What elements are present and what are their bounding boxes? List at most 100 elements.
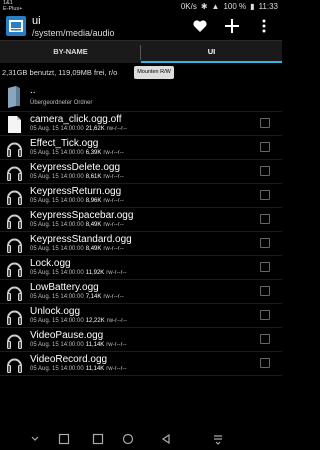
file-name: LowBattery.ogg (30, 282, 99, 293)
signal-icon: ▲ (211, 2, 220, 11)
tab-ui-label: UI (207, 47, 216, 56)
file-date: 05 Aug. 15 14:00:00 (30, 174, 84, 180)
file-permissions: rw-r--r-- (106, 318, 128, 324)
file-date: 05 Aug. 15 14:00:00 (30, 198, 84, 204)
storage-info-bar: 2,31GB benutzt, 119,09MB frei, r/o Mount… (0, 63, 282, 83)
file-meta: 05 Aug. 15 14:00:00 11,14K rw-r--r-- (30, 366, 127, 372)
select-checkbox[interactable] (260, 286, 270, 296)
select-checkbox[interactable] (260, 334, 270, 344)
headphones-icon (6, 259, 23, 278)
headphones-icon (6, 139, 23, 158)
file-date: 05 Aug. 15 14:00:00 (30, 270, 84, 276)
file-date: 05 Aug. 15 14:00:00 (30, 294, 84, 300)
file-row[interactable]: KeypressDelete.ogg 05 Aug. 15 14:00:00 8,6… (0, 160, 282, 184)
file-row[interactable]: Effect_Tick.ogg 05 Aug. 15 14:00:00 6,39K r… (0, 136, 282, 160)
headphones-icon (6, 163, 23, 182)
parent-folder-row[interactable]: .. Übergeordneter Ordner (0, 83, 282, 112)
battery-icon: ▮ (250, 2, 255, 11)
carrier-line2: E-Plus+ (3, 6, 23, 12)
headphones-icon (6, 355, 23, 374)
file-date: 05 Aug. 15 14:00:00 (30, 222, 84, 228)
folder-path: /system/media/audio (32, 28, 115, 38)
file-row[interactable]: KeypressStandard.ogg 05 Aug. 15 14:00:00 8… (0, 232, 282, 256)
select-checkbox[interactable] (260, 214, 270, 224)
file-meta: 05 Aug. 15 14:00:00 11,92K rw-r--r-- (30, 270, 127, 276)
notification-shade-icon[interactable] (212, 432, 224, 450)
file-size: 6,39K (85, 150, 102, 156)
file-permissions: rw-r--r-- (106, 270, 127, 276)
file-meta: 05 Aug. 15 14:00:00 6,39K rw-r--r-- (30, 150, 124, 156)
home-icon[interactable] (122, 432, 134, 450)
file-row[interactable]: Unlock.ogg 05 Aug. 15 14:00:00 12,22K rw-r-… (0, 304, 282, 328)
headphones-icon (6, 211, 23, 230)
select-checkbox[interactable] (260, 358, 270, 368)
chevron-down-icon[interactable] (30, 432, 40, 450)
back-icon[interactable] (160, 432, 172, 450)
file-meta: 05 Aug. 15 14:00:00 8,61K rw-r--r-- (30, 174, 124, 180)
file-row[interactable]: VideoRecord.ogg 05 Aug. 15 14:00:00 11,14K… (0, 352, 282, 376)
headphones-icon (6, 331, 23, 350)
file-name: KeypressReturn.ogg (30, 186, 122, 197)
favorite-heart-icon[interactable] (192, 18, 208, 39)
clock: 11:33 (258, 2, 278, 11)
file-size: 8,61K (85, 174, 102, 180)
file-size: 11,92K (85, 270, 105, 276)
app-logo-icon[interactable] (6, 16, 26, 36)
select-checkbox[interactable] (260, 262, 270, 272)
parent-folder-name: .. (30, 85, 36, 96)
file-row[interactable]: LowBattery.ogg 05 Aug. 15 14:00:00 7,14K rw… (0, 280, 282, 304)
file-row[interactable]: KeypressSpacebar.ogg 05 Aug. 15 14:00:00 8… (0, 208, 282, 232)
select-checkbox[interactable] (260, 190, 270, 200)
parent-folder-label: Übergeordneter Ordner (30, 100, 93, 106)
file-permissions: rw-r--r-- (106, 366, 127, 372)
file-name: Unlock.ogg (30, 306, 81, 317)
headphones-icon (6, 283, 23, 302)
overflow-menu-icon[interactable] (260, 18, 268, 39)
app-bar: ui /system/media/audio (0, 13, 282, 40)
recent-apps-icon[interactable] (92, 432, 104, 450)
file-date: 05 Aug. 15 14:00:00 (30, 126, 84, 132)
system-nav-bar (0, 428, 282, 450)
tab-by-name[interactable]: BY-NAME (0, 41, 141, 64)
select-checkbox[interactable] (260, 310, 270, 320)
file-name: Lock.ogg (30, 258, 71, 269)
carrier-info: 1&1 E-Plus+ (3, 0, 22, 12)
file-row[interactable]: VideoPause.ogg 05 Aug. 15 14:00:00 11,14K r… (0, 328, 282, 352)
file-row[interactable]: camera_click.ogg.off 05 Aug. 15 14:00:00 2… (0, 112, 282, 136)
battery-percent: 100 % (223, 2, 247, 11)
file-date: 05 Aug. 15 14:00:00 (30, 342, 84, 348)
file-permissions: rw-r--r-- (103, 294, 124, 300)
tab-ui[interactable]: UI (141, 41, 282, 64)
storage-info-text: 2,31GB benutzt, 119,09MB frei, r/o (2, 68, 118, 77)
file-meta: 05 Aug. 15 14:00:00 8,49K rw-r--r-- (30, 246, 124, 252)
headphones-icon (6, 187, 23, 206)
file-permissions: rw-r--r-- (106, 342, 127, 348)
file-meta: 05 Aug. 15 14:00:00 12,22K rw-r--r-- (30, 318, 127, 324)
select-checkbox[interactable] (260, 238, 270, 248)
file-name: VideoPause.ogg (30, 330, 104, 341)
bluetooth-icon: ✱ (200, 2, 208, 11)
file-permissions: rw-r--r-- (103, 246, 124, 252)
tab-bar: BY-NAME UI (0, 40, 282, 64)
file-permissions: rw-r--r-- (106, 126, 128, 132)
file-row[interactable]: KeypressReturn.ogg 05 Aug. 15 14:00:00 8,9… (0, 184, 282, 208)
file-date: 05 Aug. 15 14:00:00 (30, 246, 84, 252)
add-plus-icon[interactable] (224, 18, 240, 39)
headphones-icon (6, 307, 23, 326)
status-bar: 1&1 E-Plus+ 0K/s ✱ ▲ 100 % ▮ 11:33 (0, 0, 282, 13)
file-date: 05 Aug. 15 14:00:00 (30, 150, 84, 156)
select-checkbox[interactable] (260, 166, 270, 176)
file-size: 8,49K (85, 222, 102, 228)
file-icon (6, 115, 23, 134)
square-icon[interactable] (58, 432, 70, 450)
select-checkbox[interactable] (260, 142, 270, 152)
select-checkbox[interactable] (260, 118, 270, 128)
file-meta: 05 Aug. 15 14:00:00 8,96K rw-r--r-- (30, 198, 124, 204)
file-size: 8,96K (85, 198, 102, 204)
file-permissions: rw-r--r-- (103, 174, 124, 180)
folder-title: ui (32, 15, 41, 27)
file-row[interactable]: Lock.ogg 05 Aug. 15 14:00:00 11,92K rw-r--r… (0, 256, 282, 280)
mount-rw-button[interactable]: Mounten R/W (134, 66, 174, 79)
file-name: KeypressDelete.ogg (30, 162, 121, 173)
file-name: VideoRecord.ogg (30, 354, 108, 365)
